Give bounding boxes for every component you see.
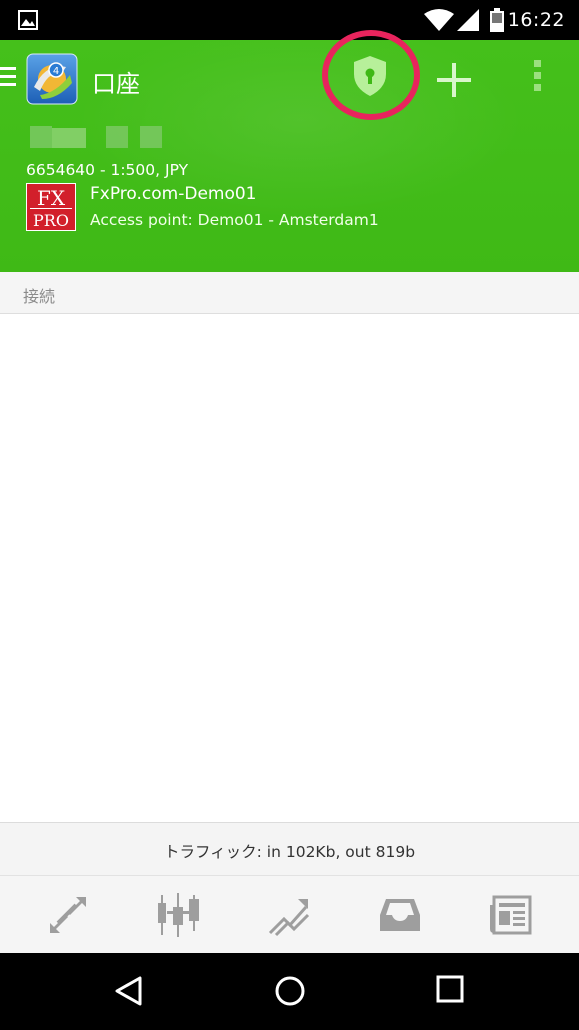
history-inbox-icon[interactable] [378,893,422,937]
svg-text:4: 4 [53,66,59,77]
account-header: 4 口座 6654640 - 1:500, JPY FX PRO FxPro.c… [0,30,579,272]
fxpro-logo-icon: FX PRO [26,183,76,231]
home-icon[interactable] [274,975,306,1011]
traffic-bar: トラフィック: in 102Kb, out 819b [0,822,579,875]
recents-icon[interactable] [436,975,464,1007]
signal-icon [456,8,480,36]
connection-section-header: 接続 [0,272,579,314]
section-title: 接続 [23,287,56,306]
otp-button[interactable] [319,30,421,124]
page-title: 口座 [92,70,140,98]
more-vert-icon[interactable] [522,60,552,100]
menu-icon[interactable] [0,67,18,89]
svg-text:FX: FX [37,186,66,210]
quotes-arrows-icon[interactable] [46,893,90,937]
image-notification-icon [18,10,38,34]
traffic-text: トラフィック: in 102Kb, out 819b [163,843,416,861]
battery-icon [490,8,504,36]
svg-text:PRO: PRO [33,211,69,230]
add-icon[interactable] [434,60,474,100]
status-time: 16:22 [507,9,565,31]
status-bar: 16:22 [0,0,579,40]
otp-shield-icon [352,54,388,102]
wifi-icon [424,8,454,36]
account-number: 6654640 - 1:500, JPY [26,161,189,179]
accounts-list [0,314,579,822]
metatrader-logo-icon[interactable]: 4 [26,53,78,105]
chart-candles-icon[interactable] [156,893,200,937]
access-point: Access point: Demo01 - Amsterdam1 [90,211,379,229]
bottom-navigation [0,875,579,953]
screen: 16:22 4 口座 6654640 - 1:500, JPY FX PRO F… [0,0,579,1030]
news-icon[interactable] [488,893,532,937]
back-icon[interactable] [114,975,144,1011]
blurred-account-name [30,126,170,156]
system-navigation-bar [0,953,579,1030]
trade-trend-icon[interactable] [266,893,310,937]
server-name: FxPro.com-Demo01 [90,184,257,204]
